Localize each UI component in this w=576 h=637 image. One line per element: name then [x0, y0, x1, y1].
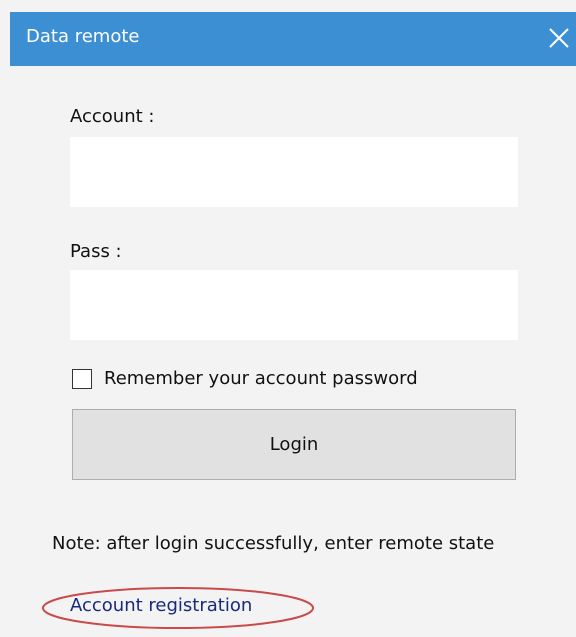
pass-label: Pass :: [70, 241, 122, 262]
login-dialog: Data remote Account : Pass : Remember yo…: [0, 0, 576, 637]
close-button[interactable]: [544, 20, 572, 54]
window-title: Data remote: [26, 26, 140, 47]
pass-input[interactable]: [70, 270, 518, 340]
account-input[interactable]: [70, 137, 518, 207]
close-icon: [549, 28, 569, 48]
login-note: Note: after login successfully, enter re…: [52, 533, 495, 554]
account-registration-link[interactable]: Account registration: [70, 594, 252, 618]
remember-checkbox[interactable]: [72, 369, 92, 389]
remember-label[interactable]: Remember your account password: [104, 367, 418, 391]
login-button[interactable]: Login: [72, 409, 516, 480]
account-label: Account :: [70, 106, 155, 127]
title-bar: Data remote: [10, 12, 576, 66]
